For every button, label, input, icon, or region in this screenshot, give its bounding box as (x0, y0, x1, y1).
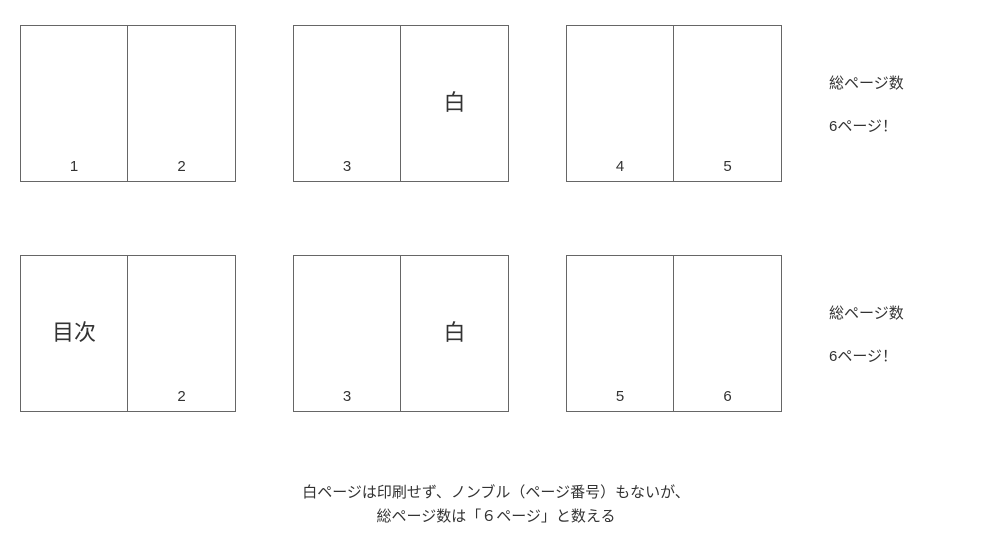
page-number: 2 (177, 158, 185, 175)
page: 5 (674, 26, 781, 181)
page: 5 (567, 256, 674, 411)
spread-1: 目次 2 (20, 255, 236, 412)
caption-line-2: 総ページ数は「６ページ」と数える (0, 505, 992, 529)
page-number: 3 (343, 158, 351, 175)
row-side-label: 総ページ数 6ページ！ (829, 72, 904, 136)
total-pages-value: 6ページ！ (829, 115, 904, 136)
total-pages-label: 総ページ数 (829, 72, 904, 93)
page: 4 (567, 26, 674, 181)
page: 3 (294, 26, 401, 181)
page: 白 (401, 256, 508, 411)
page-center: 目次 (52, 314, 96, 346)
diagram-row-2: 目次 2 3 白 5 6 総ページ数 6ページ！ (20, 255, 904, 412)
row-side-label: 総ページ数 6ページ！ (829, 302, 904, 366)
page: 目次 (21, 256, 128, 411)
spread-3: 5 6 (566, 255, 782, 412)
spread-2: 3 白 (293, 25, 509, 182)
spread-1: 1 2 (20, 25, 236, 182)
diagram-caption: 白ページは印刷せず、ノンブル（ページ番号）もないが、 総ページ数は「６ページ」と… (0, 481, 992, 529)
page-number: 5 (723, 158, 731, 175)
page: 3 (294, 256, 401, 411)
page: 6 (674, 256, 781, 411)
page-center: 白 (443, 314, 465, 346)
spread-2: 3 白 (293, 255, 509, 412)
total-pages-value: 6ページ！ (829, 345, 904, 366)
page: 2 (128, 26, 235, 181)
page-number: 4 (616, 158, 624, 175)
spread-3: 4 5 (566, 25, 782, 182)
page-center: 白 (443, 84, 465, 116)
page-number: 2 (177, 388, 185, 405)
page-number: 1 (70, 158, 78, 175)
page-number: 3 (343, 388, 351, 405)
diagram-row-1: 1 2 3 白 4 5 総ページ数 6ページ！ (20, 25, 904, 182)
caption-line-1: 白ページは印刷せず、ノンブル（ページ番号）もないが、 (0, 481, 992, 505)
page-number: 6 (723, 388, 731, 405)
page: 2 (128, 256, 235, 411)
page-number: 5 (616, 388, 624, 405)
total-pages-label: 総ページ数 (829, 302, 904, 323)
page: 白 (401, 26, 508, 181)
page: 1 (21, 26, 128, 181)
